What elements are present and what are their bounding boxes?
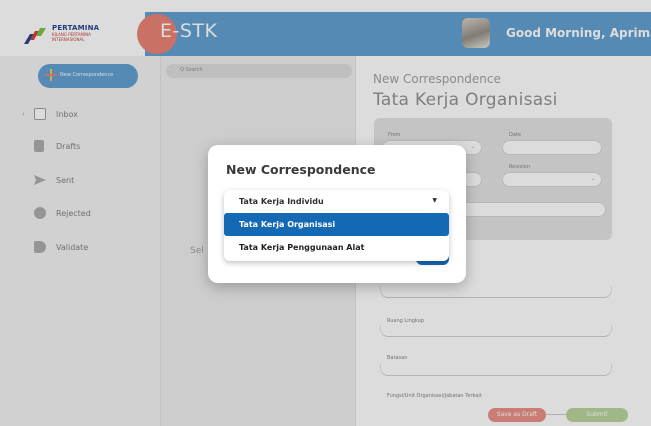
dropdown-selected-value: Tata Kerja Individu: [239, 197, 324, 206]
caret-down-icon: ▼: [432, 197, 437, 204]
new-correspondence-modal: New Correspondence Tata Kerja Individu ▼…: [208, 145, 466, 283]
type-dropdown[interactable]: Tata Kerja Individu ▼ Tata Kerja Organis…: [224, 190, 449, 261]
dropdown-option-label: Tata Kerja Organisasi: [239, 220, 336, 229]
dropdown-option-organisasi[interactable]: Tata Kerja Organisasi: [224, 213, 449, 236]
dropdown-option-label: Tata Kerja Penggunaan Alat: [239, 243, 365, 252]
dropdown-selected[interactable]: Tata Kerja Individu ▼: [224, 190, 449, 212]
modal-title: New Correspondence: [226, 162, 376, 177]
dropdown-option-penggunaan-alat[interactable]: Tata Kerja Penggunaan Alat: [224, 236, 449, 259]
